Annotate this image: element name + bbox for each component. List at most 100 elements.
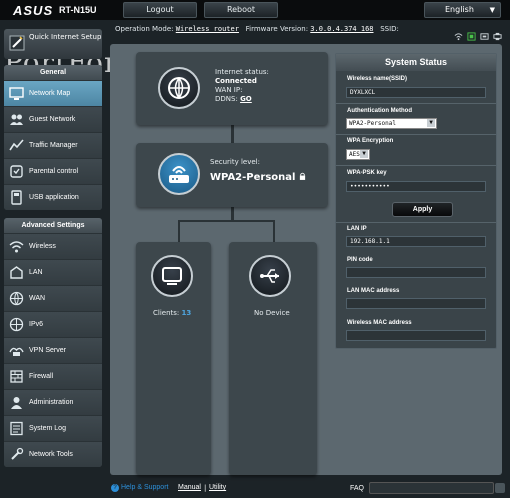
- clients-card[interactable]: Clients: 13: [136, 242, 211, 475]
- monitor-icon: [151, 255, 193, 297]
- sidebar-item-label: Traffic Manager: [29, 142, 78, 149]
- auth-method-label: Authentication Method: [347, 108, 412, 114]
- op-mode-label: Operation Mode:: [115, 25, 174, 33]
- chevron-down-icon: ▼: [360, 150, 368, 158]
- model-name: RT-N15U: [59, 5, 97, 15]
- divider: [336, 103, 496, 104]
- help-support[interactable]: ? Help & Support: [111, 484, 168, 492]
- sidebar-item-label: Wireless: [29, 243, 56, 250]
- connector-line: [178, 220, 180, 242]
- help-support-label: Help & Support: [121, 484, 169, 491]
- wand-icon: [9, 35, 25, 51]
- wpa-encryption-value: AES: [349, 151, 360, 158]
- sidebar-item-label: VPN Server: [29, 347, 66, 354]
- advanced-settings-menu: Advanced Settings Wireless LAN WAN IPv6 …: [4, 218, 102, 467]
- sidebar-item-label: USB application: [29, 194, 79, 201]
- firmware-label: Firmware Version:: [245, 25, 309, 33]
- ssid-field[interactable]: DYXLXCL: [346, 87, 486, 98]
- guest-network-icon: [9, 112, 24, 127]
- lan-ip-label: LAN IP: [347, 226, 367, 232]
- vpn-server-icon: [9, 343, 24, 358]
- security-value: WPA2-Personal: [210, 172, 306, 183]
- network-status-icon[interactable]: [467, 26, 476, 41]
- chevron-down-icon: ▼: [489, 6, 495, 14]
- pin-code-field: [346, 267, 486, 278]
- divider: [336, 222, 496, 223]
- apply-button[interactable]: Apply: [392, 202, 453, 217]
- footer: ? Help & Support Manual | Utility FAQ: [103, 479, 510, 498]
- sidebar-item-firewall[interactable]: Firewall: [4, 363, 102, 389]
- help-icon: ?: [111, 484, 119, 492]
- auth-method-value: WPA2-Personal: [349, 120, 396, 127]
- sidebar-item-guest-network[interactable]: Guest Network: [4, 106, 102, 132]
- faq-search-button[interactable]: [495, 483, 505, 493]
- ssid-field-label: Wireless name(SSID): [347, 76, 407, 82]
- sidebar-item-label: Guest Network: [29, 116, 76, 123]
- clients-count[interactable]: 13: [182, 309, 192, 317]
- lan-mac-label: LAN MAC address: [347, 288, 400, 294]
- wpa-encryption-select[interactable]: AES ▼: [346, 149, 370, 160]
- connector-line: [273, 220, 275, 242]
- top-bar: ASUS RT-N15U Logout Reboot English ▼: [0, 0, 510, 20]
- faq-search-input[interactable]: [369, 482, 494, 494]
- wireless-icon: [9, 239, 24, 254]
- usb-card[interactable]: No Device: [229, 242, 317, 475]
- ddns-go-link[interactable]: GO: [240, 95, 252, 103]
- manual-link[interactable]: Manual: [178, 484, 201, 491]
- sidebar-item-label: System Log: [29, 425, 66, 432]
- wifi-status-icon[interactable]: [454, 26, 463, 41]
- sidebar-item-administration[interactable]: Administration: [4, 389, 102, 415]
- connector-line: [231, 207, 234, 221]
- logout-button[interactable]: Logout: [123, 2, 197, 18]
- internet-status-label: Internet status:: [215, 68, 269, 76]
- sidebar-item-network-map[interactable]: Network Map: [4, 80, 102, 106]
- wpa-psk-label: WPA-PSK key: [347, 170, 387, 176]
- traffic-manager-icon: [9, 138, 24, 153]
- administration-icon: [9, 395, 24, 410]
- sidebar-item-wireless[interactable]: Wireless: [4, 233, 102, 259]
- lan-ip-field: 192.168.1.1: [346, 236, 486, 247]
- sidebar-item-label: Network Tools: [29, 451, 73, 458]
- system-status-title: System Status: [336, 54, 496, 71]
- security-label: Security level:: [210, 158, 260, 166]
- utility-link[interactable]: Utility: [209, 484, 226, 491]
- firewall-icon: [9, 369, 24, 384]
- sidebar-item-label: Network Map: [29, 90, 71, 97]
- quick-internet-setup-button[interactable]: Quick Internet Setup: [4, 29, 102, 59]
- lan-mac-field: [346, 298, 486, 309]
- internet-card[interactable]: Internet status: Connected WAN IP: DDNS:…: [136, 52, 328, 125]
- sidebar-item-lan[interactable]: LAN: [4, 259, 102, 285]
- sidebar-item-network-tools[interactable]: Network Tools: [4, 441, 102, 467]
- faq-label: FAQ: [350, 485, 365, 492]
- sidebar-item-wan[interactable]: WAN: [4, 285, 102, 311]
- sidebar-item-label: Firewall: [29, 373, 54, 380]
- sidebar-item-parental-control[interactable]: Parental control: [4, 158, 102, 184]
- quick-setup-label: Quick Internet Setup: [29, 33, 102, 41]
- printer-status-icon[interactable]: [493, 26, 502, 41]
- router-card[interactable]: Security level: WPA2-Personal: [136, 143, 328, 207]
- language-value: English: [445, 5, 474, 14]
- language-select[interactable]: English ▼: [424, 2, 501, 18]
- system-log-icon: [9, 421, 24, 436]
- sidebar-item-usb-application[interactable]: USB application: [4, 184, 102, 210]
- op-mode-link[interactable]: Wireless router: [176, 25, 239, 33]
- reboot-button[interactable]: Reboot: [204, 2, 278, 18]
- sidebar-item-traffic-manager[interactable]: Traffic Manager: [4, 132, 102, 158]
- auth-method-select[interactable]: WPA2-Personal ▼: [346, 118, 437, 129]
- advanced-settings-header: Advanced Settings: [4, 218, 102, 233]
- sidebar-item-ipv6[interactable]: IPv6: [4, 311, 102, 337]
- security-value-text: WPA2-Personal: [210, 172, 296, 183]
- ipv6-icon: [9, 317, 24, 332]
- sidebar-item-system-log[interactable]: System Log: [4, 415, 102, 441]
- router-icon: [158, 153, 200, 195]
- general-menu: General Network Map Guest Network Traffi…: [4, 65, 102, 210]
- sidebar-item-label: WAN: [29, 295, 46, 302]
- usb-status-icon[interactable]: [480, 26, 489, 40]
- usb-icon: [249, 255, 291, 297]
- wireless-mac-label: Wireless MAC address: [347, 320, 412, 326]
- wpa-psk-field[interactable]: •••••••••••: [346, 181, 486, 192]
- wpa-encryption-label: WPA Encryption: [347, 138, 394, 144]
- network-map-icon: [9, 86, 24, 101]
- sidebar-item-vpn-server[interactable]: VPN Server: [4, 337, 102, 363]
- firmware-link[interactable]: 3.0.0.4.374_168: [310, 25, 373, 33]
